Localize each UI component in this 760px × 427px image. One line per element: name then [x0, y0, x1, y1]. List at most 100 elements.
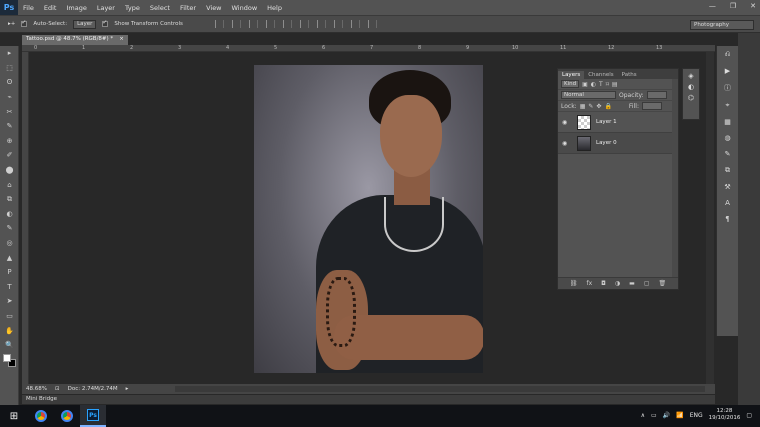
- blur-tool-icon[interactable]: ✎: [0, 221, 19, 236]
- actions-panel-icon[interactable]: ▶: [725, 67, 730, 75]
- delete-layer-icon[interactable]: 🗑: [659, 280, 667, 287]
- horizontal-scrollbar[interactable]: [175, 386, 705, 392]
- pen-tool-icon[interactable]: ▲: [0, 250, 19, 265]
- layer-style-icon[interactable]: fx: [586, 280, 592, 287]
- workspace-dropdown[interactable]: Photography: [690, 20, 754, 30]
- distribute-middle-icon[interactable]: [282, 20, 292, 28]
- visibility-eye-icon[interactable]: ◉: [562, 140, 572, 147]
- taskbar-chrome-button-2[interactable]: [54, 405, 80, 427]
- document-tab[interactable]: Tattoo.psd @ 48.7% (RGB/8#) * ×: [22, 35, 128, 45]
- history-panel-icon[interactable]: ⎌: [725, 50, 731, 59]
- menu-select[interactable]: Select: [145, 4, 175, 12]
- clone-source-panel-icon[interactable]: ⧉: [725, 166, 730, 175]
- new-layer-icon[interactable]: ▢: [644, 280, 650, 287]
- notifications-icon[interactable]: ▢: [746, 412, 752, 419]
- foreground-color-swatch[interactable]: [3, 354, 11, 362]
- character-panel-icon[interactable]: A: [725, 199, 730, 207]
- smart-object-filter-icon[interactable]: ▤: [612, 81, 618, 88]
- layers-scrollbar[interactable]: [672, 79, 678, 279]
- document-image[interactable]: [254, 65, 483, 373]
- tab-layers[interactable]: Layers: [558, 71, 585, 79]
- align-center-icon[interactable]: [333, 20, 343, 28]
- opacity-field[interactable]: [646, 91, 667, 99]
- shape-tool-icon[interactable]: ▭: [0, 309, 19, 324]
- brush-tool-icon[interactable]: ✐: [0, 148, 19, 163]
- path-tool-icon[interactable]: P: [0, 265, 19, 280]
- lock-all-icon[interactable]: 🔒: [604, 103, 611, 110]
- menu-filter[interactable]: Filter: [175, 4, 201, 12]
- language-indicator[interactable]: ENG: [690, 412, 703, 419]
- zoom-tool-icon[interactable]: 🔍: [0, 338, 19, 353]
- path-selection-tool-icon[interactable]: ➤: [0, 294, 19, 309]
- menu-edit[interactable]: Edit: [39, 4, 62, 12]
- lasso-tool-icon[interactable]: ʘ: [0, 75, 19, 90]
- mini-bridge-tab[interactable]: Mini Bridge: [22, 395, 715, 404]
- eyedropper-tool-icon[interactable]: ✎: [0, 119, 19, 134]
- menu-type[interactable]: Type: [120, 4, 145, 12]
- swatches-panel-icon[interactable]: ▦: [724, 118, 731, 126]
- distribute-top-icon[interactable]: [265, 20, 275, 28]
- menu-help[interactable]: Help: [262, 4, 287, 12]
- menu-window[interactable]: Window: [227, 4, 263, 12]
- close-button[interactable]: ✕: [750, 2, 756, 10]
- history-brush-tool-icon[interactable]: ⌂: [0, 177, 19, 192]
- start-button-icon[interactable]: ⊞: [0, 405, 28, 427]
- adjustments-panel-icon[interactable]: ◐: [688, 83, 694, 91]
- auto-select-dropdown[interactable]: Layer: [73, 19, 97, 29]
- hand-tool-icon[interactable]: ✋: [0, 323, 19, 338]
- menu-image[interactable]: Image: [61, 4, 91, 12]
- restore-button[interactable]: ❐: [730, 2, 736, 10]
- type-tool-icon[interactable]: T: [0, 280, 19, 295]
- status-icon[interactable]: ⊡: [55, 386, 60, 392]
- properties-panel-icon[interactable]: ⌬: [688, 94, 694, 102]
- move-tool-preset-icon[interactable]: ▸+: [8, 21, 15, 27]
- tab-channels[interactable]: Channels: [584, 71, 617, 79]
- kind-filter-dropdown[interactable]: Kind: [561, 80, 580, 88]
- align-right-icon[interactable]: [350, 20, 360, 28]
- lock-paint-icon[interactable]: ✎: [588, 103, 593, 110]
- type-filter-icon[interactable]: T: [599, 81, 603, 88]
- vertical-scrollbar[interactable]: [706, 52, 714, 384]
- clock[interactable]: 12:28 19/10/2016: [709, 408, 741, 422]
- gradient-tool-icon[interactable]: ◐: [0, 207, 19, 222]
- horizontal-ruler[interactable]: 0 1 2 3 4 5 6 7 8 9 10 11 12 13: [22, 45, 715, 52]
- healing-tool-icon[interactable]: ⊕: [0, 134, 19, 149]
- lock-pixels-icon[interactable]: ▦: [580, 103, 586, 110]
- taskbar-chrome-button[interactable]: [28, 405, 54, 427]
- crop-tool-icon[interactable]: ✂: [0, 104, 19, 119]
- volume-icon[interactable]: 🔊: [663, 412, 670, 419]
- align-bottom-icon[interactable]: [248, 20, 258, 28]
- tab-paths[interactable]: Paths: [618, 71, 641, 79]
- distribute-bottom-icon[interactable]: [299, 20, 309, 28]
- visibility-eye-icon[interactable]: ◉: [562, 119, 572, 126]
- show-hidden-icons-icon[interactable]: ∧: [641, 412, 645, 419]
- align-top-icon[interactable]: [214, 20, 224, 28]
- network-icon[interactable]: 📶: [676, 412, 683, 419]
- brush-panel-icon[interactable]: ✎: [725, 150, 731, 158]
- dodge-tool-icon[interactable]: ◎: [0, 236, 19, 251]
- vertical-ruler[interactable]: [22, 52, 29, 384]
- adjustment-filter-icon[interactable]: ◐: [591, 81, 596, 88]
- auto-align-icon[interactable]: [367, 20, 377, 28]
- add-mask-icon[interactable]: ◘: [601, 280, 606, 287]
- minimize-button[interactable]: —: [709, 2, 716, 10]
- marquee-tool-icon[interactable]: ⬚: [0, 61, 19, 76]
- new-group-icon[interactable]: ▬: [629, 280, 635, 287]
- show-transform-checkbox[interactable]: [102, 19, 109, 27]
- battery-icon[interactable]: ▭: [651, 412, 657, 419]
- tool-presets-panel-icon[interactable]: ⚒: [724, 183, 730, 191]
- clone-stamp-tool-icon[interactable]: ⬤: [0, 163, 19, 178]
- taskbar-photoshop-button[interactable]: Ps: [80, 405, 106, 427]
- adjustment-layer-icon[interactable]: ◑: [615, 280, 620, 287]
- link-layers-icon[interactable]: ⛓: [570, 280, 578, 287]
- eraser-tool-icon[interactable]: ⧉: [0, 192, 19, 207]
- layer-row[interactable]: ◉ Layer 0: [558, 133, 678, 154]
- document-size-info[interactable]: Doc: 2.74M/2.74M: [68, 386, 118, 392]
- navigator-panel-icon[interactable]: ⌖: [726, 101, 730, 110]
- align-left-icon[interactable]: [316, 20, 326, 28]
- zoom-level[interactable]: 48.68%: [26, 386, 47, 392]
- auto-select-checkbox[interactable]: [21, 19, 28, 27]
- shape-filter-icon[interactable]: ⌑: [606, 81, 609, 88]
- menu-layer[interactable]: Layer: [92, 4, 120, 12]
- info-panel-icon[interactable]: ⓘ: [724, 83, 731, 93]
